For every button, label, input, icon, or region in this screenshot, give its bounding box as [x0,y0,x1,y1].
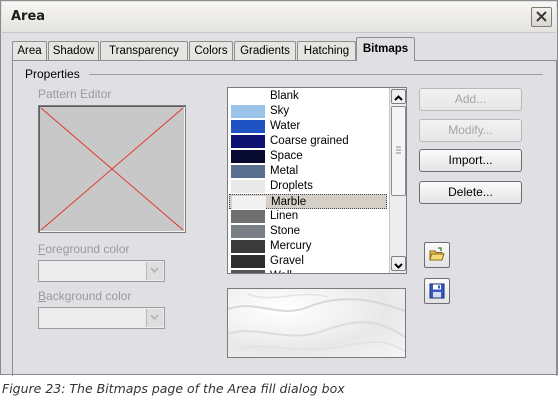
bitmap-swatch [231,150,265,163]
bitmap-swatch [231,165,265,178]
disabled-cross-icon [40,107,184,231]
bitmap-swatch [232,196,266,209]
tab-colors[interactable]: Colors [189,41,233,60]
save-disk-icon [429,283,445,299]
load-bitmap-list-button[interactable] [424,242,450,268]
bitmap-item-label: Marble [271,196,307,208]
bitmap-list-scrollbar[interactable] [389,88,406,273]
bitmap-swatch [231,90,265,103]
bitmap-list-item[interactable]: Space [229,149,387,164]
properties-group-label: Properties [25,67,80,81]
arrow-up-icon [394,95,403,101]
tab-hatching[interactable]: Hatching [297,41,356,60]
bitmap-item-label: Space [270,150,303,162]
bitmap-item-label: Gravel [270,255,304,267]
delete-button[interactable]: Delete... [419,181,522,204]
bitmap-item-label: Blank [270,90,299,102]
bitmap-item-label: Metal [270,165,299,177]
bitmap-item-label: Stone [270,225,301,237]
foreground-color-label: Foreground color [38,242,130,256]
background-color-label: Background color [38,289,132,303]
bitmap-swatch [231,180,265,193]
bitmap-list-item[interactable]: Droplets [229,179,387,194]
chevron-down-icon [146,262,163,280]
bitmap-swatch [231,120,265,133]
bitmap-list-item[interactable]: Marble [229,194,387,209]
bitmap-list-item[interactable]: Water [229,119,387,134]
bitmap-preview [227,288,406,358]
bitmap-item-label: Linen [270,210,299,222]
pattern-editor [38,105,186,233]
modify-button[interactable]: Modify... [419,119,522,142]
foreground-color-select[interactable] [38,260,165,282]
bitmap-swatch [231,105,265,118]
save-bitmap-list-button[interactable] [424,278,450,304]
area-dialog: Area Area Shadow Transparency Colors Gra… [0,0,558,376]
marble-texture-icon [228,293,405,352]
chevron-down-icon [146,309,163,327]
properties-divider [89,74,543,75]
bitmap-list-item[interactable]: Mercury [229,239,387,254]
bitmap-item-label: Droplets [270,180,313,192]
scroll-down-button[interactable] [391,256,406,271]
open-folder-icon [429,247,445,261]
tab-gradients[interactable]: Gradients [234,41,296,60]
import-button[interactable]: Import... [419,149,522,172]
bitmap-swatch [231,255,265,268]
bitmap-list-item[interactable]: Stone [229,224,387,239]
bitmap-list-item[interactable]: Blank [229,89,387,104]
bitmap-item-label: Sky [270,105,290,117]
bitmap-list-item[interactable]: Sky [229,104,387,119]
scroll-thumb[interactable] [391,106,406,196]
scroll-up-button[interactable] [391,89,406,104]
bitmap-list[interactable]: Blank Sky Water Coarse grained Space Metal Dro… [227,87,407,274]
tab-bitmaps[interactable]: Bitmaps [356,37,415,61]
title-bar: Area [2,2,556,33]
bitmap-item-label: Water [270,120,301,132]
bitmap-swatch [231,225,265,238]
close-icon [536,11,547,22]
grip-icon [396,146,401,154]
bitmap-list-item[interactable]: Gravel [229,254,387,269]
bitmap-item-label: Mercury [270,240,312,252]
close-button[interactable] [531,7,552,27]
bitmap-swatch [231,135,265,148]
dialog-title: Area [11,9,46,24]
bitmap-list-item[interactable]: Metal [229,164,387,179]
bitmap-swatch [231,240,265,253]
figure-caption: Figure 23: The Bitmaps page of the Area … [2,381,345,396]
background-color-select[interactable] [38,307,165,329]
bitmap-item-label: Wall [270,269,292,273]
bitmap-item-label: Coarse grained [270,135,349,147]
tab-area[interactable]: Area [12,41,47,60]
bitmap-list-item[interactable]: Wall [229,269,387,273]
arrow-down-icon [394,263,403,269]
tab-transparency[interactable]: Transparency [100,41,188,60]
bitmap-list-item[interactable]: Coarse grained [229,134,387,149]
bitmap-list-item[interactable]: Linen [229,209,387,224]
bitmap-swatch [231,210,265,223]
pattern-editor-label: Pattern Editor [38,87,112,101]
tab-shadow[interactable]: Shadow [48,41,99,60]
add-button[interactable]: Add... [419,88,522,111]
bitmap-swatch [231,270,265,273]
